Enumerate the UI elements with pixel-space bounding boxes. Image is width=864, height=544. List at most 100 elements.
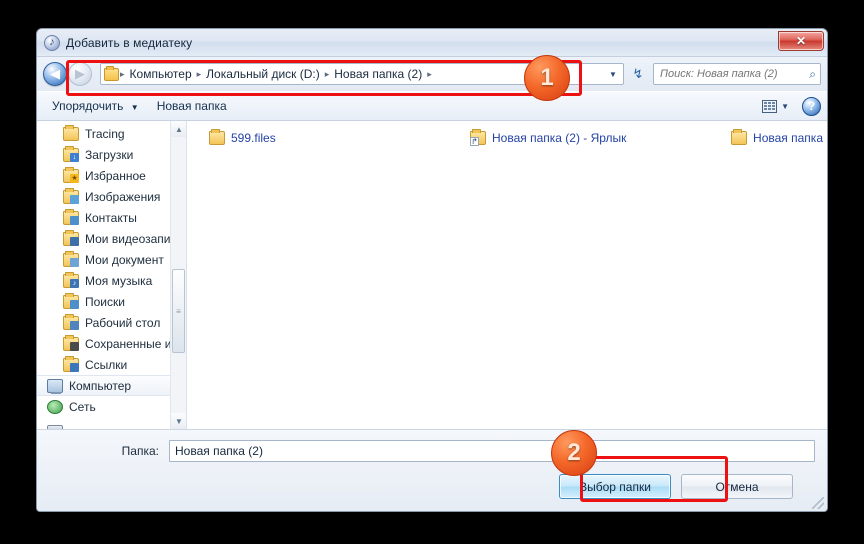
sidebar-item-13[interactable]: Компьютер [37,375,186,396]
sidebar-item-label: Сеть [69,399,96,414]
folder-label: Папка: [121,444,159,458]
breadcrumb-separator[interactable]: ▸ [426,69,433,80]
folder-icon [209,128,225,145]
sidebar-item-8[interactable]: ♪ Моя музыка [37,270,186,291]
folder-input[interactable] [169,440,815,462]
sidebar-item-15[interactable] [37,417,186,429]
scroll-down-arrow-icon[interactable]: ▼ [171,413,186,429]
sidebar-item-label: Контакты [85,210,137,225]
search-icon[interactable]: ⌕ [809,67,816,82]
folder-type-badge [70,320,79,330]
network-icon [47,399,63,414]
file-item-label: 599.files [231,130,276,145]
refresh-icon[interactable]: ↯ [627,63,649,85]
sidebar-item-11[interactable]: Сохраненные и [37,333,186,354]
folder-music-icon: ♪ [63,271,79,288]
file-item-label: Новая папка [753,130,823,145]
cancel-button[interactable]: Отмена [681,474,793,499]
folder-type-badge [70,341,79,351]
sidebar-scrollbar[interactable]: ▲ ≡ ▼ [170,121,186,429]
sidebar-item-7[interactable]: Мои документ [37,249,186,270]
sidebar-item-5[interactable]: Контакты [37,207,186,228]
view-mode-button[interactable]: ▼ [757,98,794,115]
back-button[interactable]: ◀ [43,62,67,86]
sidebar-item-label: Загрузки [85,147,134,162]
chevron-down-icon: ▼ [781,101,789,111]
close-button[interactable]: ✕ [778,31,824,51]
folder-row: Папка: [49,440,815,462]
chevron-down-icon[interactable]: ▼ [605,70,621,79]
sidebar-item-label: Изображения [85,189,161,204]
folder-type-badge [70,362,79,372]
forward-button[interactable]: ▶ [68,62,92,86]
sidebar-item-10[interactable]: Рабочий стол [37,312,186,333]
folder-desktop-icon [63,313,79,330]
sidebar-item-1[interactable]: Tracing [37,123,186,144]
chevron-down-icon: ▼ [130,103,139,112]
file-item[interactable]: ↱ Новая папка (2) - Ярлык [452,127,713,148]
folder-type-badge: ★ [70,173,79,183]
sidebar-item-label: Поиски [85,294,125,309]
annotation-badge-1: 1 [524,55,570,101]
sidebar-item-label: Рабочий стол [85,315,161,330]
add-to-library-dialog: ♪ Добавить в медиатеку ✕ ◀ ▶ ▸ Компьютер… [36,28,828,512]
scrollbar-thumb[interactable]: ≡ [172,269,185,353]
folder-contacts-icon [63,208,79,225]
sidebar-item-label: Сохраненные и [85,336,172,351]
file-item[interactable]: 599.files [191,127,452,148]
file-item-label: Новая папка (2) - Ярлык [492,130,627,145]
sidebar-item-4[interactable]: Изображения [37,186,186,207]
sidebar-item-label: Tracing [85,126,125,141]
folder-type-badge [70,236,79,246]
shortcut-icon: ↱ [470,128,487,146]
select-folder-button[interactable]: Выбор папки [559,474,671,499]
address-folder-icon [104,65,119,81]
file-item[interactable]: Новая папка [713,127,823,148]
resize-grip[interactable] [812,497,824,509]
folder-download-icon: ↓ [63,145,79,162]
sidebar-item-3[interactable]: ★ Избранное [37,165,186,186]
folder-icon [63,124,79,141]
folder-games-icon [63,334,79,351]
footer-bar: Папка: Выбор папки Отмена [37,429,827,511]
organize-button[interactable]: Упорядочить ▼ [43,96,148,116]
title-bar: ♪ Добавить в медиатеку ✕ [37,29,827,57]
sidebar-item-label: Мои видеозапи [85,231,171,246]
navigation-pane: Tracing ↓ Загрузки ★ Избранное Изображения Кон… [37,121,187,429]
sidebar-item-2[interactable]: ↓ Загрузки [37,144,186,165]
content-area: Tracing ↓ Загрузки ★ Избранное Изображения Кон… [37,121,827,429]
computer-icon [47,378,63,394]
new-folder-button[interactable]: Новая папка [148,96,236,116]
sidebar-item-9[interactable]: Поиски [37,291,186,312]
breadcrumb-item-local-disk[interactable]: Локальный диск (D:) [202,67,324,81]
button-row: Выбор папки Отмена [49,474,815,499]
sidebar-item-14[interactable]: Сеть [37,396,186,417]
folder-favorites-icon: ★ [63,166,79,183]
sidebar-item-label: Компьютер [69,378,132,393]
search-box[interactable]: ⌕ [653,63,821,85]
folder-type-badge [70,299,79,309]
folder-pictures-icon [63,187,79,204]
toolbar: Упорядочить ▼ Новая папка ▼ ? [37,91,827,121]
scroll-up-arrow-icon[interactable]: ▲ [171,121,186,137]
folder-searches-icon [63,292,79,309]
folder-type-badge: ↓ [70,152,79,162]
sidebar-item-6[interactable]: Мои видеозапи [37,228,186,249]
sidebar-item-label: Избранное [85,168,146,183]
help-icon[interactable]: ? [802,96,821,116]
music-note-icon: ♪ [44,34,60,51]
sidebar-item-label: Ссылки [85,357,128,372]
sidebar-item-label: Моя музыка [85,273,153,288]
sidebar-item-12[interactable]: Ссылки [37,354,186,375]
breadcrumb-item-new-folder-2[interactable]: Новая папка (2) [330,67,426,81]
folder-type-badge [70,215,79,225]
folder-type-badge [70,257,79,267]
folder-type-badge [70,194,79,204]
folder-videos-icon [63,229,79,246]
search-input[interactable] [658,67,810,81]
breadcrumb-item-computer[interactable]: Компьютер [126,67,196,81]
navigation-bar: ◀ ▶ ▸ Компьютер ▸ Локальный диск (D:) ▸ … [37,57,827,91]
grid-view-icon [762,99,778,113]
folder-icon [731,128,748,145]
file-list: 599.files ↱ Новая папка (2) - Ярлык Новая п… [187,121,827,429]
